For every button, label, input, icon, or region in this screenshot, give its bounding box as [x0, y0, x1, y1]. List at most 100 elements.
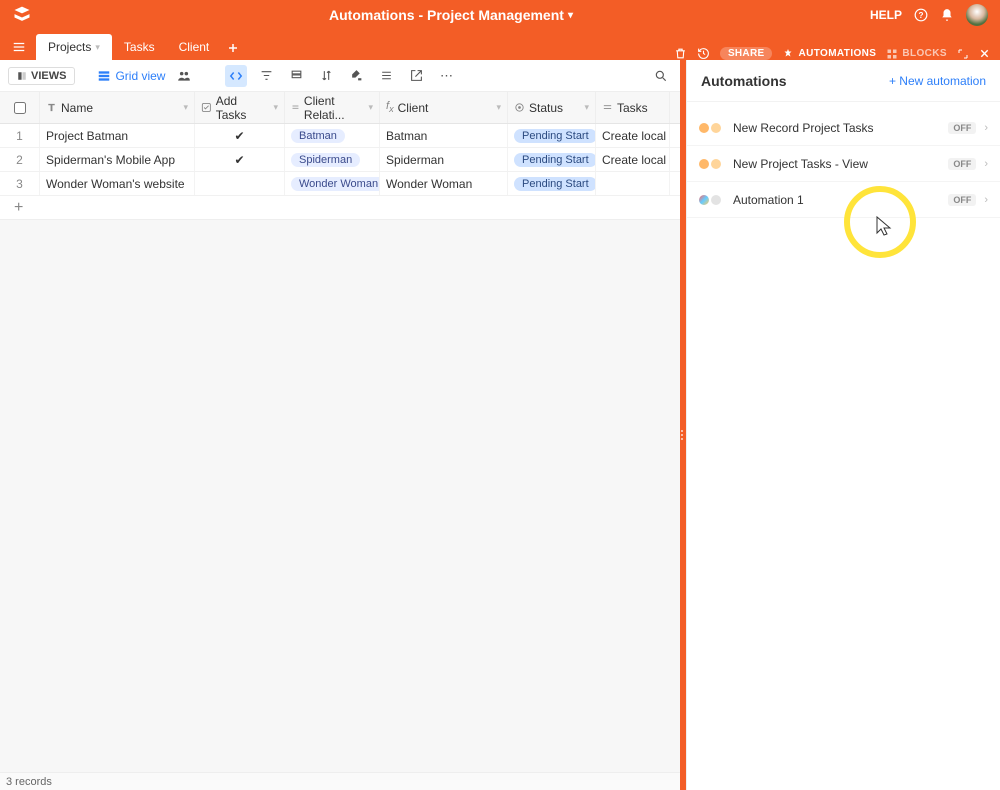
check-icon: ✔: [234, 153, 244, 167]
automation-item[interactable]: New Record Project TasksOFF›: [687, 110, 1000, 146]
column-add-tasks[interactable]: Add Tasks▾: [195, 92, 285, 123]
column-status[interactable]: Status▾: [508, 92, 596, 123]
tab-client[interactable]: Client: [167, 34, 222, 60]
new-automation-button[interactable]: + New automation: [889, 74, 986, 88]
automation-icon: [699, 195, 725, 205]
cell-tasks[interactable]: [596, 172, 670, 195]
link-icon: [291, 102, 300, 113]
select-all-checkbox[interactable]: [0, 92, 40, 123]
chevron-down-icon[interactable]: ▾: [183, 102, 188, 113]
topbar: Automations - Project Management ▾ HELP …: [0, 0, 1000, 30]
table-row[interactable]: 3Wonder Woman's website Wonder WomanWonde…: [0, 172, 680, 196]
checkbox-icon: [201, 102, 212, 113]
filter-icon[interactable]: [255, 65, 277, 87]
blocks-nav[interactable]: BLOCKS: [886, 48, 947, 60]
expand-icon[interactable]: [957, 48, 969, 60]
chevron-down-icon: ▾: [568, 10, 573, 21]
column-client-relation[interactable]: Client Relati...▾: [285, 92, 380, 123]
cell-name[interactable]: Project Batman: [40, 124, 195, 147]
grid-header: Name▾ Add Tasks▾ Client Relati...▾ fx Cl…: [0, 92, 680, 124]
automation-name: New Record Project Tasks: [733, 121, 940, 135]
chevron-down-icon[interactable]: ▾: [496, 102, 501, 113]
trash-icon[interactable]: [674, 47, 687, 60]
cell-client-rel[interactable]: Batman: [285, 124, 380, 147]
chevron-down-icon[interactable]: ▾: [273, 102, 278, 113]
automation-name: New Project Tasks - View: [733, 157, 940, 171]
tab-tasks[interactable]: Tasks: [112, 34, 167, 60]
sort-icon[interactable]: [315, 65, 337, 87]
sheet-toolbar: VIEWS Grid view: [0, 60, 680, 92]
automation-item[interactable]: Automation 1 OFF ›: [687, 182, 1000, 218]
cell-client-rel[interactable]: Spiderman: [285, 148, 380, 171]
search-icon[interactable]: [650, 65, 672, 87]
panel-title: Automations: [701, 73, 787, 89]
cell-client[interactable]: Batman: [380, 124, 508, 147]
cell-status[interactable]: Pending Start: [508, 148, 596, 171]
help-icon[interactable]: ?: [914, 8, 928, 22]
grid-view-button[interactable]: Grid view: [97, 69, 165, 83]
chevron-right-icon: ›: [984, 158, 988, 170]
chevron-down-icon[interactable]: ▾: [368, 102, 373, 113]
add-row-button[interactable]: +: [0, 196, 680, 220]
more-icon[interactable]: ⋯: [435, 65, 457, 87]
history-icon[interactable]: [697, 47, 710, 60]
share-button[interactable]: SHARE: [720, 47, 773, 60]
color-icon[interactable]: [345, 65, 367, 87]
share-view-icon[interactable]: [405, 65, 427, 87]
cell-client[interactable]: Spiderman: [380, 148, 508, 171]
cell-add-tasks[interactable]: [195, 172, 285, 195]
check-icon: ✔: [234, 129, 244, 143]
avatar[interactable]: [966, 4, 988, 26]
page-title[interactable]: Automations - Project Management ▾: [32, 7, 870, 23]
cell-client-rel[interactable]: Wonder Woman: [285, 172, 380, 195]
hamburger-icon[interactable]: [6, 34, 32, 60]
cell-name[interactable]: Wonder Woman's website: [40, 172, 195, 195]
app-logo-icon[interactable]: [12, 5, 32, 25]
panel-resize-handle[interactable]: [680, 60, 686, 790]
automation-item[interactable]: New Project Tasks - View OFF ›: [687, 146, 1000, 182]
automations-panel: Automations + New automation New Record …: [686, 60, 1000, 790]
cell-add-tasks[interactable]: ✔: [195, 124, 285, 147]
sheet: VIEWS Grid view: [0, 60, 680, 790]
cell-client[interactable]: Wonder Woman: [380, 172, 508, 195]
automations-nav[interactable]: AUTOMATIONS: [782, 48, 876, 60]
automation-state: OFF: [948, 122, 976, 134]
cell-status[interactable]: Pending Start: [508, 172, 596, 195]
cell-status[interactable]: Pending Start: [508, 124, 596, 147]
add-tab-button[interactable]: [221, 36, 245, 60]
tab-projects[interactable]: Projects▾: [36, 34, 112, 60]
chevron-right-icon: ›: [984, 194, 988, 206]
column-name[interactable]: Name▾: [40, 92, 195, 123]
column-tasks[interactable]: Tasks: [596, 92, 670, 123]
close-icon[interactable]: [979, 48, 990, 59]
bell-icon[interactable]: [940, 8, 954, 22]
chevron-down-icon: ▾: [95, 42, 100, 53]
people-icon[interactable]: [173, 65, 195, 87]
group-icon[interactable]: [285, 65, 307, 87]
help-link[interactable]: HELP: [870, 8, 902, 22]
automation-icon: [699, 123, 725, 133]
chevron-down-icon[interactable]: ▾: [584, 102, 589, 113]
table-row[interactable]: 2Spiderman's Mobile App ✔ SpidermanSpiderm…: [0, 148, 680, 172]
cell-add-tasks[interactable]: ✔: [195, 148, 285, 171]
views-button[interactable]: VIEWS: [8, 67, 75, 85]
row-number: 3: [0, 172, 40, 195]
automation-state: OFF: [948, 194, 976, 206]
automation-name: Automation 1: [733, 193, 940, 207]
table-row[interactable]: 1Project Batman✔BatmanBatmanPending Star…: [0, 124, 680, 148]
single-select-icon: [514, 102, 525, 113]
cell-tasks[interactable]: Create local ve: [596, 148, 670, 171]
link-icon: [602, 102, 613, 113]
grid-footer: 3 records: [0, 772, 680, 790]
row-height-icon[interactable]: [375, 65, 397, 87]
cell-name[interactable]: Spiderman's Mobile App: [40, 148, 195, 171]
formula-icon: fx: [386, 100, 394, 114]
code-icon[interactable]: [225, 65, 247, 87]
row-number: 2: [0, 148, 40, 171]
svg-text:?: ?: [919, 11, 924, 20]
tabbar: Projects▾ Tasks Client SHARE AUTOMATIONS…: [0, 30, 1000, 60]
column-client[interactable]: fx Client▾: [380, 92, 508, 123]
cell-tasks[interactable]: Create local ve: [596, 124, 670, 147]
automation-state: OFF: [948, 158, 976, 170]
row-number: 1: [0, 124, 40, 147]
